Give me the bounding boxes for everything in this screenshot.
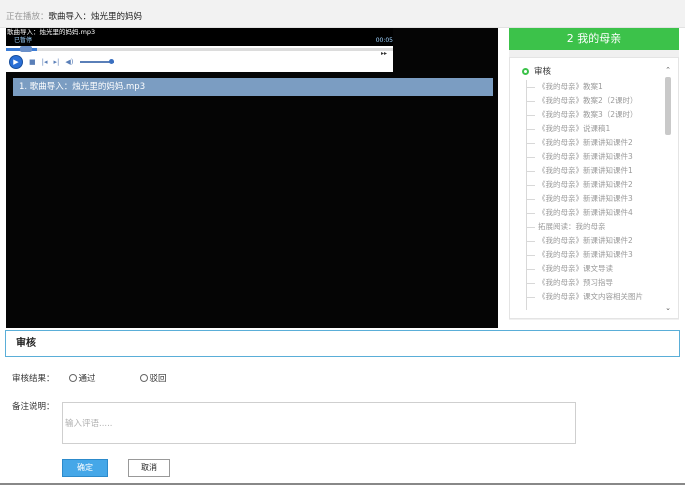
tree-root[interactable]: 审核 [522, 65, 551, 77]
volume-handle[interactable] [108, 59, 114, 64]
sidebar-title: 2 我的母亲 [509, 28, 679, 50]
tree-item[interactable]: 《我的母亲》新课讲知课件4 [524, 206, 662, 220]
fast-forward-icon[interactable]: ▸▸ [381, 50, 387, 57]
player-track-title: 歌曲导入：烛光里的妈妈.mp3 [7, 28, 96, 36]
review-section: 审核 审核结果： 通过 驳回 备注说明： 输入评语..... 确定 取消 [5, 330, 680, 485]
tree-item[interactable]: 《我的母亲》课文导读 [524, 262, 662, 276]
review-buttons: 确定 取消 [62, 459, 170, 477]
resource-sidebar: 2 我的母亲 审核 《我的母亲》教案1 《我的母亲》教案2（2课时） 《我的母亲》教… [509, 28, 679, 320]
scroll-up-icon[interactable]: ⌃ [664, 66, 672, 74]
tree-item[interactable]: 《我的母亲》新课讲知课件3 [524, 248, 662, 262]
player-controls: ▶ ■ |◂ ▸| ◀) [9, 54, 114, 70]
tree-root-icon [522, 67, 529, 75]
now-playing-label: 正在播放： [6, 12, 49, 22]
volume-slider[interactable] [79, 59, 114, 64]
seek-handle[interactable] [20, 46, 32, 52]
next-icon[interactable]: ▸| [54, 58, 60, 66]
player-time: 00:05 [375, 37, 393, 44]
scroll-down-icon[interactable]: ⌄ [664, 304, 672, 312]
cancel-button[interactable]: 取消 [128, 459, 170, 477]
tree-item[interactable]: 《我的母亲》新课讲知课件2 [524, 178, 662, 192]
stop-icon[interactable]: ■ [29, 58, 36, 66]
tree-item[interactable]: 《我的母亲》新课讲知课件2 [524, 234, 662, 248]
tree-item[interactable]: 《我的母亲》新课讲知课件3 [524, 192, 662, 206]
review-result-label: 审核结果： [12, 374, 55, 384]
scroll-thumb[interactable] [665, 77, 671, 135]
tree-item[interactable]: 拓展阅读：我的母亲 [524, 220, 662, 234]
tree-item[interactable]: 《我的母亲》教案1 [524, 80, 662, 94]
approve-radio[interactable]: 通过 [68, 372, 96, 384]
confirm-button[interactable]: 确定 [62, 459, 108, 477]
previous-icon[interactable]: |◂ [42, 58, 48, 66]
now-playing-title: 歌曲导入：烛光里的妈妈 [48, 12, 143, 22]
tree-root-label: 审核 [534, 67, 552, 77]
resource-tree: 《我的母亲》教案1 《我的母亲》教案2（2课时） 《我的母亲》教案3（2课时） 《我的… [524, 80, 662, 310]
seek-bar[interactable] [6, 46, 393, 52]
resource-tree-panel: 审核 《我的母亲》教案1 《我的母亲》教案2（2课时） 《我的母亲》教案3（2课时）… [509, 57, 679, 319]
reject-label: 驳回 [149, 374, 167, 384]
tree-item[interactable]: 《我的母亲》教案2（2课时） [524, 94, 662, 108]
tree-item[interactable]: 《我的母亲》课文内容相关图片 [524, 290, 662, 304]
approve-radio-circle[interactable] [68, 374, 77, 382]
tree-item[interactable]: 《我的母亲》新课讲知课件2 [524, 136, 662, 150]
player-status: 已暂停 [14, 37, 33, 44]
approve-label: 通过 [78, 374, 96, 384]
review-result-row: 审核结果： 通过 驳回 [12, 372, 167, 384]
tree-item[interactable]: 《我的母亲》新课讲知课件3 [524, 150, 662, 164]
tree-item[interactable]: 《我的母亲》新课讲知课件1 [524, 164, 662, 178]
play-icon[interactable]: ▶ [9, 55, 23, 69]
player-header: 歌曲导入：烛光里的妈妈.mp3 已暂停 00:05 [6, 28, 393, 46]
media-player-area: 歌曲导入：烛光里的妈妈.mp3 已暂停 00:05 ▸▸ ▶ ■ |◂ ▸| ◀… [6, 28, 498, 328]
sidebar-scrollbar[interactable]: ⌃ ⌄ [664, 66, 672, 312]
reject-radio[interactable]: 驳回 [139, 372, 167, 384]
tree-item[interactable]: 《我的母亲》预习指导 [524, 276, 662, 290]
reject-radio-circle[interactable] [139, 374, 148, 382]
tree-item[interactable]: 《我的母亲》说课稿1 [524, 122, 662, 136]
volume-icon[interactable]: ◀) [65, 58, 73, 66]
remark-label: 备注说明： [12, 402, 55, 412]
tree-item[interactable]: 《我的母亲》教案3（2课时） [524, 108, 662, 122]
audio-player: 歌曲导入：烛光里的妈妈.mp3 已暂停 00:05 ▸▸ ▶ ■ |◂ ▸| ◀… [6, 28, 393, 72]
review-title: 审核 [5, 330, 680, 357]
remark-input[interactable]: 输入评语..... [62, 402, 576, 444]
now-playing-bar: 正在播放：歌曲导入：烛光里的妈妈 [0, 0, 685, 28]
playlist-item[interactable]: 1. 歌曲导入：烛光里的妈妈.mp3 [13, 78, 493, 96]
